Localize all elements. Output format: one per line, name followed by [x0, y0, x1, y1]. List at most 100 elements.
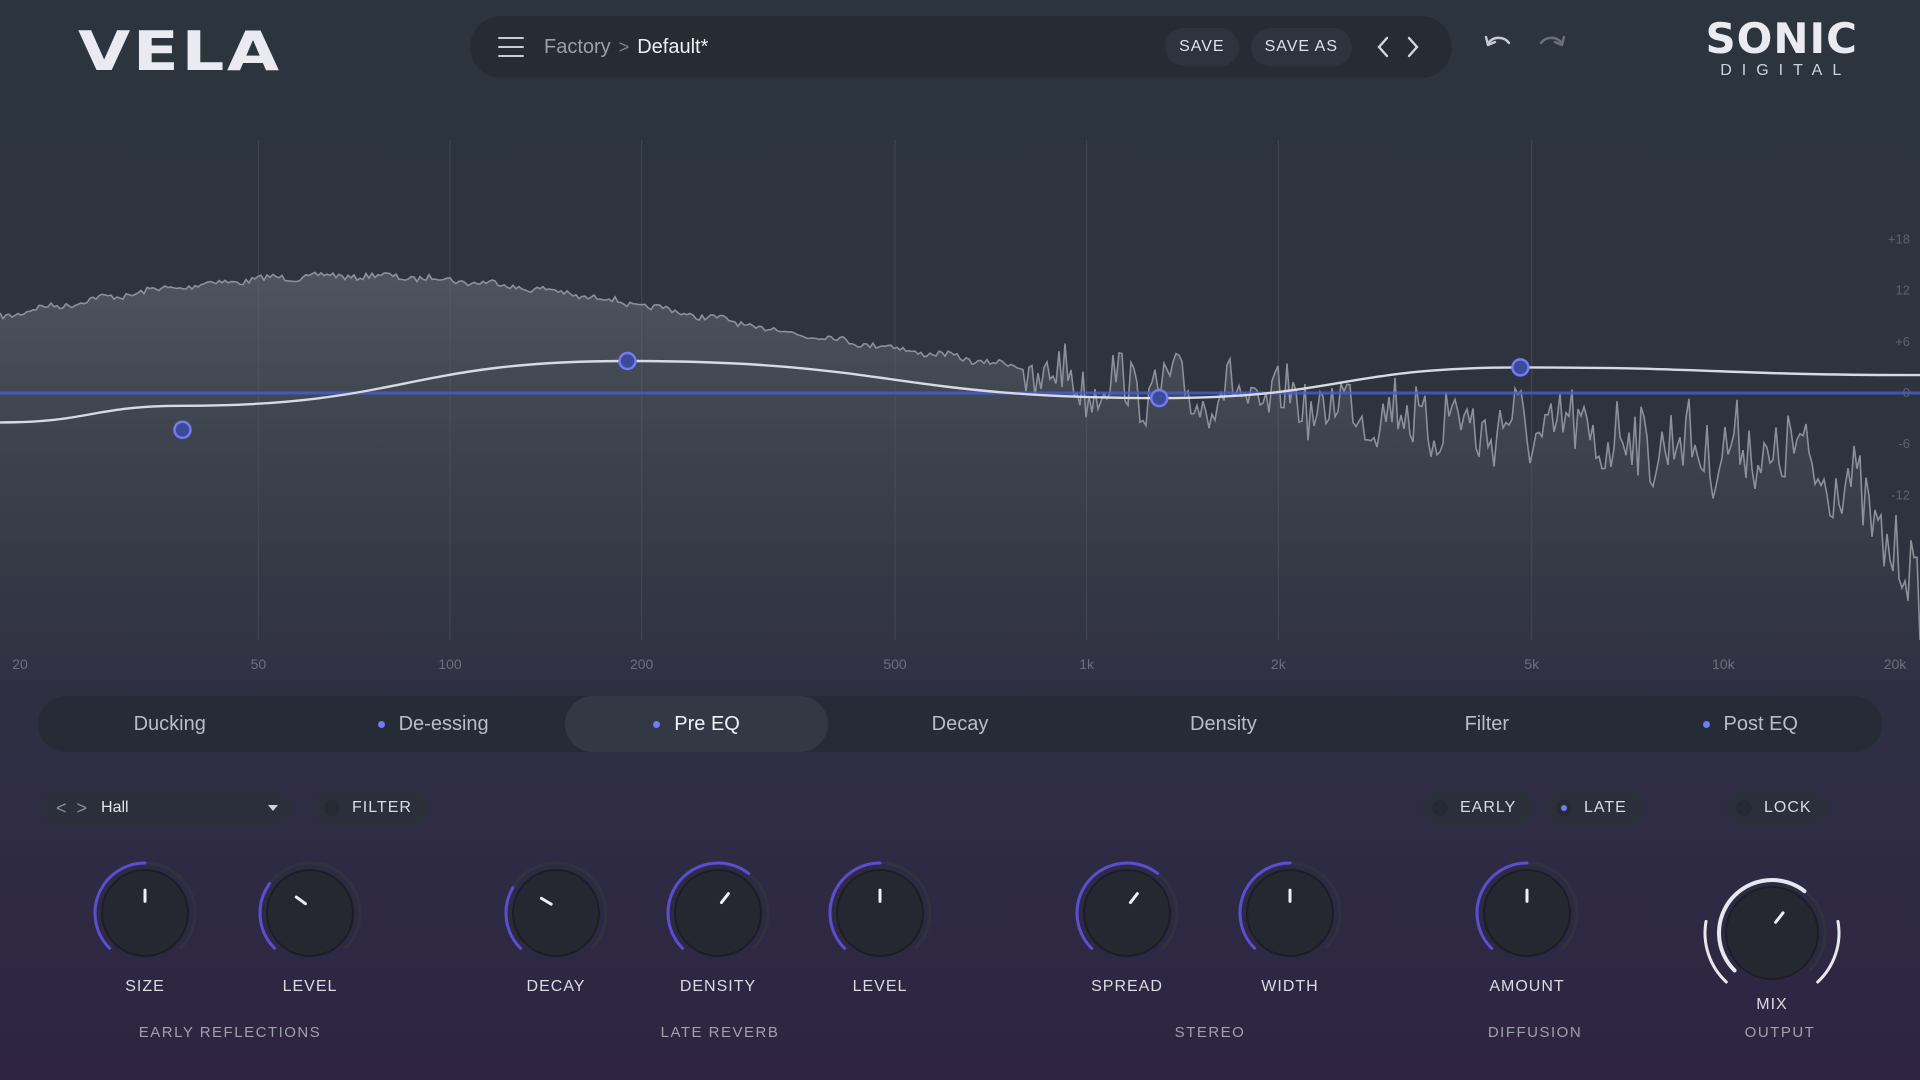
knob-density[interactable]: DENSITY: [638, 858, 798, 996]
filter-label: FILTER: [352, 799, 412, 816]
eq-band-node[interactable]: [618, 351, 637, 371]
knob-body: [101, 869, 189, 957]
brand-name: SONIC: [1705, 14, 1858, 63]
tab-active-dot: [653, 720, 661, 728]
breadcrumb: Factory > Default*: [544, 36, 708, 59]
next-preset-button[interactable]: [1402, 32, 1424, 62]
tab-post-eq[interactable]: Post EQ: [1619, 696, 1882, 752]
eq-display[interactable]: 20 50 100 200 500 1k 2k 5k 10k 20k +18 12 +6 0 -6 -12: [0, 100, 1920, 680]
knob-dial[interactable]: [1697, 858, 1847, 1008]
app-logo: VELA: [78, 20, 282, 83]
knob-dial[interactable]: [1235, 858, 1345, 968]
knob-label: DENSITY: [679, 978, 757, 995]
eq-band-node[interactable]: [173, 420, 192, 440]
knob-dial[interactable]: [90, 858, 200, 968]
breadcrumb-separator: >: [618, 36, 630, 57]
knob-body: [836, 869, 924, 957]
knob-dial[interactable]: [501, 858, 611, 968]
knob-width[interactable]: WIDTH: [1210, 858, 1370, 996]
breadcrumb-parent[interactable]: Factory: [544, 36, 611, 59]
freq-label: 100: [438, 656, 462, 672]
tab-active-dot: [377, 720, 385, 728]
brand-subtitle: DIGITAL: [1720, 62, 1852, 79]
knob-level-early[interactable]: LEVEL: [230, 858, 390, 996]
db-label: +6: [1895, 334, 1910, 349]
early-toggle[interactable]: EARLY: [1422, 790, 1533, 826]
tab-label: Decay: [931, 712, 989, 735]
early-led: [1432, 800, 1448, 816]
spectrum-fill: [0, 272, 1920, 680]
db-label: 12: [1896, 283, 1910, 298]
lock-label: LOCK: [1764, 799, 1812, 816]
tab-de-essing[interactable]: De-essing: [301, 696, 564, 752]
knob-body: [674, 869, 762, 957]
knob-size[interactable]: SIZE: [65, 858, 225, 996]
algorithm-prev-button[interactable]: <: [56, 798, 67, 819]
knob-spread[interactable]: SPREAD: [1047, 858, 1207, 996]
knob-dial[interactable]: [663, 858, 773, 968]
filter-toggle[interactable]: FILTER: [314, 790, 428, 826]
knob-amount[interactable]: AMOUNT: [1447, 858, 1607, 996]
freq-label: 2k: [1271, 656, 1287, 672]
knob-body: [1083, 869, 1171, 957]
tab-ducking[interactable]: Ducking: [38, 696, 301, 752]
freq-label: 50: [251, 656, 267, 672]
save-as-button[interactable]: SAVE AS: [1250, 28, 1352, 66]
freq-label: 1k: [1079, 656, 1095, 672]
filter-led: [324, 800, 340, 816]
save-button[interactable]: SAVE: [1165, 28, 1239, 66]
knob-body: [1483, 869, 1571, 957]
group-stereo: STEREO: [1174, 1024, 1246, 1041]
knob-label: LEVEL: [852, 978, 908, 995]
knob-label: DECAY: [526, 978, 586, 995]
tab-pre-eq[interactable]: Pre EQ: [564, 696, 829, 752]
undo-button[interactable]: [1482, 30, 1514, 59]
chevron-left-icon: [1377, 36, 1389, 58]
chevron-right-icon: [1407, 36, 1419, 58]
prev-preset-button[interactable]: [1372, 32, 1394, 62]
eq-graph[interactable]: 20 50 100 200 500 1k 2k 5k 10k 20k +18 12 +6 0 -6 -12: [0, 100, 1920, 680]
redo-button[interactable]: [1536, 30, 1568, 59]
chevron-down-icon: [268, 805, 278, 811]
db-label: +18: [1888, 231, 1910, 246]
preset-bar: Factory > Default* SAVE SAVE AS: [470, 16, 1452, 78]
knob-level-late[interactable]: LEVEL: [800, 858, 960, 996]
knob-dial[interactable]: [1072, 858, 1182, 968]
tab-label: Density: [1190, 712, 1257, 735]
tab-density[interactable]: Density: [1092, 696, 1355, 752]
knob-dial[interactable]: [1472, 858, 1582, 968]
knob-body: [1246, 869, 1334, 957]
knob-decay[interactable]: DECAY: [476, 858, 636, 996]
tab-decay[interactable]: Decay: [828, 696, 1091, 752]
tab-label: Ducking: [133, 712, 206, 735]
redo-icon: [1539, 35, 1566, 47]
knob-dial[interactable]: [255, 858, 365, 968]
algorithm-name: Hall: [101, 799, 129, 816]
knob-label: SPREAD: [1091, 978, 1163, 995]
preset-name[interactable]: Default*: [637, 36, 708, 59]
freq-label: 10k: [1712, 656, 1736, 672]
eq-band-node[interactable]: [1149, 388, 1169, 408]
group-output: OUTPUT: [1744, 1024, 1816, 1041]
eq-band-node[interactable]: [1511, 358, 1530, 377]
knob-label: SIZE: [125, 978, 165, 995]
late-led: [1556, 800, 1572, 816]
early-label: EARLY: [1460, 799, 1517, 816]
lock-led: [1736, 800, 1752, 816]
late-toggle[interactable]: LATE: [1546, 790, 1643, 826]
algorithm-selector[interactable]: < > Hall: [42, 790, 292, 826]
tab-label: Filter: [1464, 712, 1510, 735]
algorithm-next-button[interactable]: >: [77, 798, 88, 819]
menu-icon[interactable]: [498, 37, 524, 57]
tab-filter[interactable]: Filter: [1355, 696, 1618, 752]
knob-dial[interactable]: [825, 858, 935, 968]
freq-label: 500: [883, 656, 907, 672]
tab-label: Pre EQ: [674, 712, 740, 735]
lock-toggle[interactable]: LOCK: [1726, 790, 1828, 826]
late-label: LATE: [1584, 799, 1627, 816]
freq-label: 200: [630, 656, 654, 672]
group-diffusion: DIFFUSION: [1487, 1024, 1583, 1041]
group-early-reflections: EARLY REFLECTIONS: [138, 1024, 322, 1041]
db-label: 0: [1903, 385, 1910, 400]
knob-mix[interactable]: MIX: [1692, 858, 1852, 1014]
